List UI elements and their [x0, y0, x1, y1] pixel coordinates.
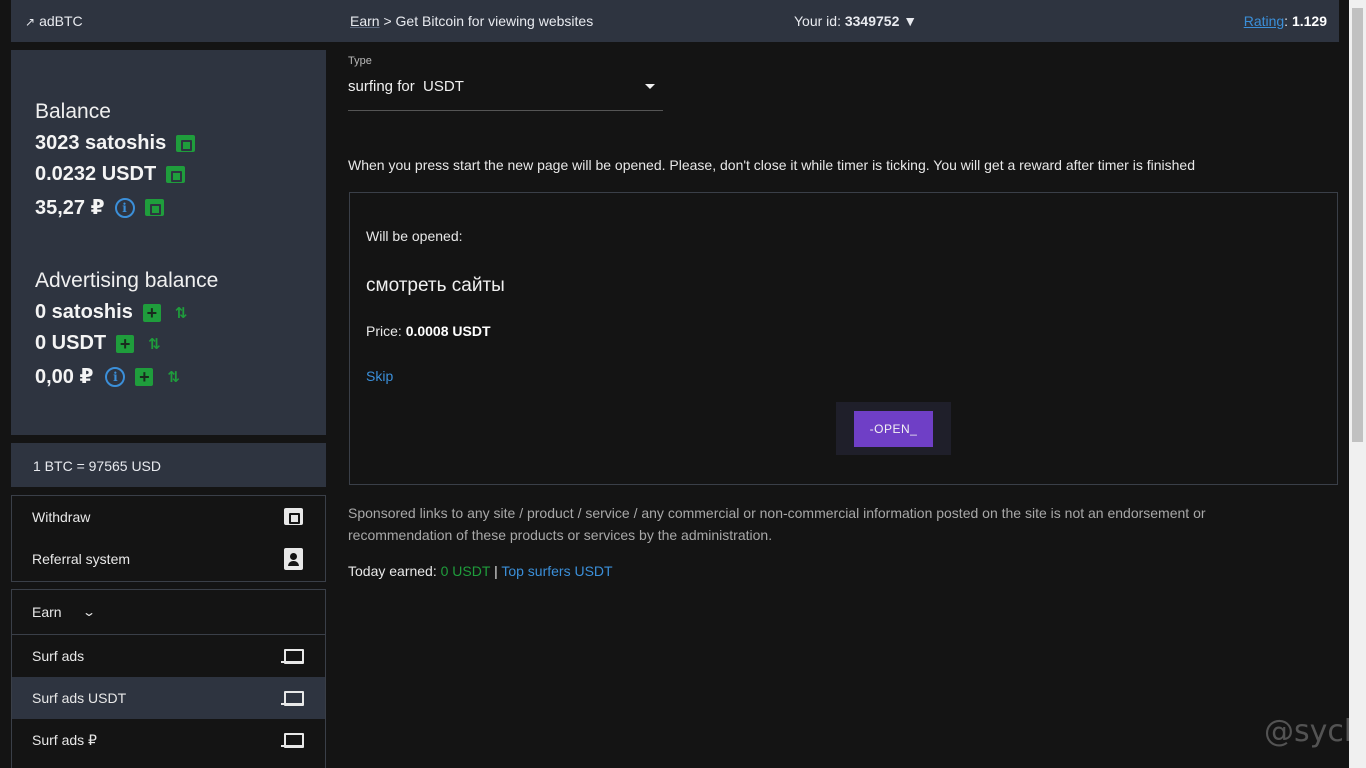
- swap-arrows-icon[interactable]: ⇅: [175, 304, 188, 322]
- ad-balance-rub: 0,00 ₽: [35, 366, 94, 388]
- contact-card-icon: [284, 548, 303, 570]
- wallet-icon[interactable]: [166, 166, 186, 183]
- user-id-dropdown[interactable]: Your id: 3349752 ▼: [794, 13, 917, 29]
- caret-down-icon: [645, 84, 655, 89]
- scrollbar-thumb[interactable]: [1352, 8, 1363, 442]
- chevron-down-icon: ⌄: [81, 605, 96, 619]
- ad-balance-rub-row: 0,00 ₽ i + ⇅: [35, 364, 180, 389]
- laptop-icon: [281, 689, 304, 707]
- logo-text: adBTC: [39, 13, 83, 29]
- wallet-icon[interactable]: [144, 199, 164, 216]
- balance-satoshis-row: 3023 satoshis: [35, 132, 196, 155]
- swap-arrows-icon[interactable]: ⇅: [167, 368, 180, 386]
- open-panel: Will be opened: смотреть сайты Price: 0.…: [349, 192, 1338, 485]
- menu-surf-ads-label: Surf ads: [32, 648, 85, 664]
- account-menu: Withdraw Referral system: [11, 495, 326, 582]
- disclaimer-text: Sponsored links to any site / product / …: [348, 505, 1206, 543]
- scrollbar[interactable]: [1349, 0, 1366, 768]
- menu-surf-ads-usdt[interactable]: Surf ads USDT: [12, 677, 325, 719]
- ad-balance-satoshis-row: 0 satoshis + ⇅: [35, 301, 187, 324]
- laptop-icon: [281, 731, 304, 749]
- menu-surf-ads[interactable]: Surf ads: [12, 635, 325, 677]
- plus-icon[interactable]: +: [135, 367, 154, 386]
- rating-value: 1.129: [1291, 13, 1327, 29]
- menu-earn-toggle[interactable]: Earn ⌄: [12, 590, 325, 634]
- type-select[interactable]: surfing for USDT: [348, 78, 663, 111]
- top-surfers-link[interactable]: Top surfers USDT: [501, 563, 612, 579]
- ad-balance-title: Advertising balance: [35, 269, 219, 292]
- type-select-value: surfing for USDT: [348, 78, 464, 95]
- balance-rub: 35,27 ₽: [35, 197, 105, 219]
- caret-down-icon: ▼: [903, 13, 918, 29]
- today-earned: Today earned: 0 USDT | Top surfers USDT: [348, 563, 613, 579]
- balance-satoshis: 3023 satoshis: [35, 132, 167, 154]
- logo[interactable]: ↗ adBTC: [25, 13, 83, 29]
- wallet-icon: [284, 508, 303, 525]
- menu-surf-ads-rub-label: Surf ads ₽: [32, 731, 97, 748]
- balance-usdt-row: 0.0232 USDT: [35, 163, 186, 186]
- breadcrumb: Earn > Get Bitcoin for viewing websites: [350, 13, 593, 29]
- site-title: смотреть сайты: [366, 275, 505, 296]
- ad-balance-usdt: 0 USDT: [35, 332, 107, 354]
- wallet-icon[interactable]: [176, 135, 196, 152]
- open-button[interactable]: -OPEN_: [854, 411, 933, 447]
- breadcrumb-separator: >: [383, 13, 392, 29]
- user-id-value: 3349752: [844, 13, 900, 29]
- plus-icon[interactable]: +: [142, 303, 161, 322]
- user-id-label: Your id:: [794, 13, 841, 29]
- balance-usdt: 0.0232 USDT: [35, 163, 157, 185]
- price-value: 0.0008 USDT: [405, 323, 491, 339]
- top-bar: ↗ adBTC Earn > Get Bitcoin for viewing we…: [11, 0, 1339, 42]
- divider-bar: |: [494, 563, 498, 579]
- today-earned-value: 0 USDT: [440, 563, 491, 579]
- instructions-text: When you press start the new page will b…: [348, 157, 1195, 173]
- balance-card: Balance 3023 satoshis 0.0232 USDT 35,27 …: [11, 50, 326, 435]
- balance-title: Balance: [35, 100, 111, 123]
- ad-balance-usdt-row: 0 USDT + ⇅: [35, 332, 161, 355]
- menu-withdraw-label: Withdraw: [32, 509, 91, 525]
- type-label: Type: [348, 55, 372, 67]
- ad-balance-satoshis: 0 satoshis: [35, 301, 133, 323]
- breadcrumb-page: Get Bitcoin for viewing websites: [395, 13, 594, 29]
- will-be-opened-label: Will be opened:: [366, 228, 463, 244]
- open-button-wrapper: -OPEN_: [836, 402, 951, 455]
- menu-earn-label: Earn: [32, 604, 62, 620]
- arrow-icon: ↗: [25, 15, 36, 29]
- rating: Rating: 1.129: [1243, 13, 1327, 29]
- plus-icon[interactable]: +: [116, 334, 135, 353]
- menu-referral[interactable]: Referral system: [12, 538, 325, 580]
- balance-rub-row: 35,27 ₽ i: [35, 195, 164, 220]
- info-icon[interactable]: i: [105, 366, 126, 387]
- menu-surf-ads-rub[interactable]: Surf ads ₽: [12, 719, 325, 761]
- skip-link[interactable]: Skip: [366, 368, 393, 384]
- price: Price: 0.0008 USDT: [366, 323, 491, 339]
- laptop-icon: [281, 647, 304, 665]
- breadcrumb-earn-link[interactable]: Earn: [350, 13, 380, 29]
- menu-surf-ads-usdt-label: Surf ads USDT: [32, 690, 127, 706]
- btc-rate: 1 BTC = 97565 USD: [11, 443, 326, 487]
- menu-referral-label: Referral system: [32, 551, 131, 567]
- info-icon[interactable]: i: [114, 197, 135, 218]
- price-label: Price:: [366, 323, 402, 339]
- swap-arrows-icon[interactable]: ⇅: [148, 335, 161, 353]
- menu-withdraw[interactable]: Withdraw: [12, 496, 325, 538]
- earn-menu: Earn ⌄ Surf ads Surf ads USDT Surf ads ₽: [11, 589, 326, 768]
- today-earned-label: Today earned:: [348, 563, 437, 579]
- rating-link[interactable]: Rating: [1244, 13, 1284, 29]
